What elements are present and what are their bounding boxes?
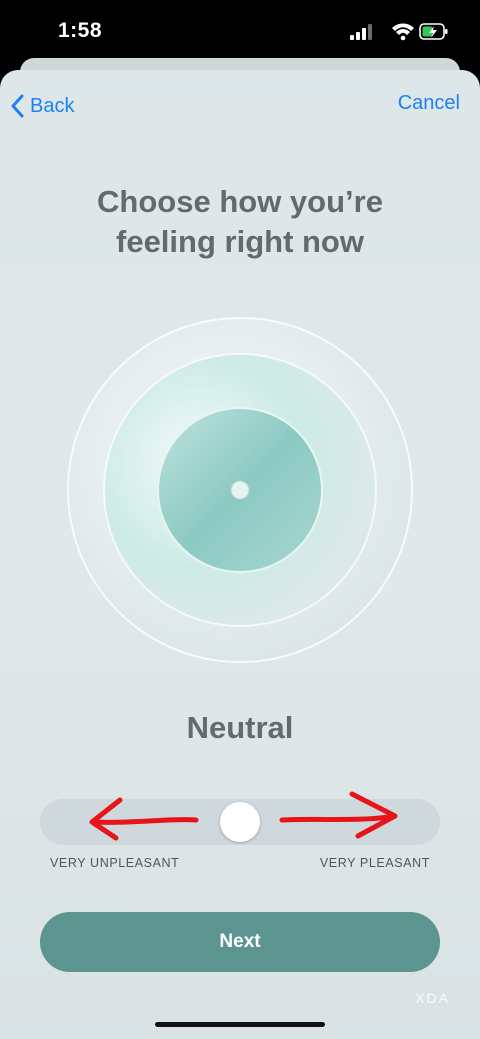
- mood-orb-graphic: [67, 317, 413, 663]
- battery-charging-icon: [419, 23, 448, 40]
- cancel-button[interactable]: Cancel: [398, 92, 460, 115]
- watermark-logo: XDA: [415, 990, 450, 1006]
- cellular-signal-icon: [350, 24, 372, 40]
- page-title: Choose how you’re feeling right now: [97, 184, 383, 259]
- back-button[interactable]: Back: [10, 92, 74, 120]
- status-time: 1:58: [58, 19, 103, 42]
- back-label: Back: [30, 94, 75, 117]
- chevron-left-icon: [11, 94, 24, 118]
- next-button[interactable]: Next: [40, 912, 440, 972]
- slider-thumb[interactable]: [220, 802, 260, 842]
- status-icons: [350, 22, 450, 42]
- status-bar: 1:58: [0, 0, 480, 62]
- mood-sheet: Back Cancel Choose how you’re feeling ri…: [0, 70, 480, 1039]
- slider-max-label: VERY PLEASANT: [319, 856, 430, 870]
- slider-min-label: VERY UNPLEASANT: [50, 856, 180, 870]
- home-indicator[interactable]: [155, 1022, 325, 1027]
- mood-label: Neutral: [186, 710, 294, 745]
- mood-slider[interactable]: [40, 799, 440, 845]
- wifi-icon: [392, 23, 414, 41]
